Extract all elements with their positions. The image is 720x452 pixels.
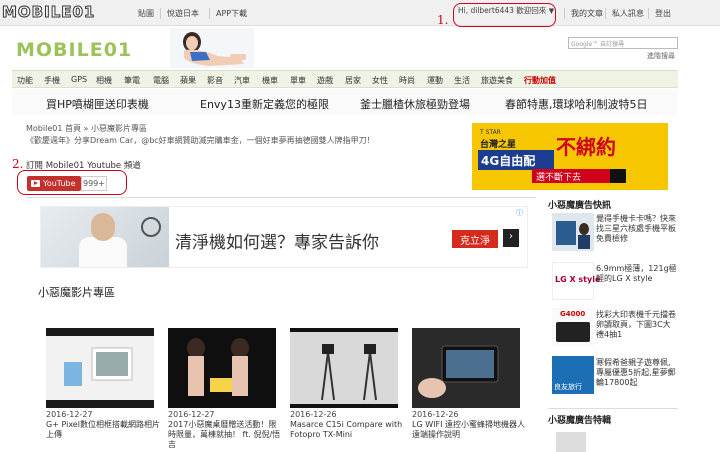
tstar-brand: T STAR (480, 129, 501, 136)
video-date: 2016-12-27 (168, 410, 215, 419)
nav-item-life[interactable]: 生活 (454, 75, 470, 86)
ad-brand-button[interactable]: 克立淨 (452, 230, 498, 248)
top-link-logout[interactable]: 登出 (648, 8, 671, 19)
video-title-link[interactable]: LG WIFI 遠控小蜜蜂掃地機器人遠端操作說明 (412, 420, 527, 440)
ad-headline[interactable]: 清淨機如何選？專家告訴你 (175, 228, 379, 253)
nav-item-mobile-plus[interactable]: 行動加值 (524, 75, 556, 86)
right-divider (548, 408, 678, 409)
tstar-name: 台灣之星 (480, 140, 517, 150)
travel-ad-logo[interactable]: 良友旅行 (552, 356, 594, 394)
nav-item-fashion[interactable]: 時尚 (399, 75, 415, 86)
nav-item-cameras[interactable]: 相機 (96, 75, 112, 86)
top-link-my-articles[interactable]: 我的文章 (564, 8, 603, 19)
lg-logo-text: LG X style (555, 275, 601, 284)
video-date: 2016-12-27 (46, 410, 93, 419)
ad-text-link[interactable]: 找彩大印表機千元擋卷卵讀取頁，下圖3C大禮4抽1 (596, 310, 678, 340)
cursor-icon (610, 169, 626, 183)
nav-item-phones[interactable]: 手機 (44, 75, 60, 86)
special-ads-title: 小惡魔廣告特輯 (548, 416, 612, 426)
google-search-input[interactable]: Google™ 自訂搜尋 (568, 37, 678, 49)
annotation-number-2: 2. (12, 157, 24, 171)
nav-item-pc[interactable]: 電腦 (153, 75, 169, 86)
video-thumbnail[interactable] (46, 328, 154, 408)
top-link-messages[interactable]: 私人訊息 (605, 8, 644, 19)
nav-item-women[interactable]: 女性 (372, 75, 388, 86)
marquee-announcement[interactable]: 《歡慶週年》分享Dream Car，@bc好車網贊助滅完購車金，一個好車夢再抽德… (26, 135, 375, 146)
tstar-headline: 不綁約 (556, 135, 616, 159)
nav-item-motorcycles[interactable]: 機車 (262, 75, 278, 86)
ad-info-icon[interactable]: ⓘ (516, 208, 526, 218)
site-logo[interactable]: MOBILE01 (16, 39, 132, 61)
promo-link-envy13[interactable]: Envy13重新定義您的極限 (200, 96, 329, 112)
video-title-link[interactable]: Masarce C15i Compare with Fotopro TX-Min… (290, 420, 405, 440)
nav-item-gps[interactable]: GPS (71, 75, 87, 84)
video-date: 2016-12-26 (290, 410, 337, 419)
promo-link-hp[interactable]: 買HP噴楜匣送印表機 (46, 96, 149, 112)
tstar-banner-ad[interactable]: T STAR 台灣之星 4G自由配 不綁約 選不斷下去 (472, 123, 668, 190)
ad-thumbnail[interactable] (552, 213, 594, 251)
promo-link-harry-potter[interactable]: 春節特惠,環球哈利制波特5日 (505, 96, 648, 112)
video-thumbnail[interactable] (168, 328, 276, 408)
banner-model-image (170, 28, 254, 68)
nav-item-bikes[interactable]: 單車 (290, 75, 306, 86)
top-link-app[interactable]: APP下載 (209, 8, 247, 19)
nav-item-apple[interactable]: 蘋果 (180, 75, 196, 86)
lg-ad-logo[interactable]: LG X style (552, 262, 600, 300)
annotation-circle-1 (453, 3, 556, 27)
quick-ads-title: 小惡魔廣告快訊 (548, 201, 612, 211)
youtube-subscribe-button[interactable]: YouTube (27, 176, 81, 191)
nav-item-features[interactable]: 功能 (17, 75, 33, 86)
printer-ad-thumbnail[interactable]: G4000 (552, 308, 594, 346)
printer-model: G4000 (560, 310, 586, 318)
video-section-title: 小惡魔影片專區 (38, 286, 115, 299)
nav-item-home[interactable]: 居家 (345, 75, 361, 86)
nav-item-cars[interactable]: 汽車 (234, 75, 250, 86)
nav-item-games[interactable]: 遊戲 (317, 75, 333, 86)
video-title-link[interactable]: 2017小惡魔桌曆贈送活動！限時限量，萬棟就抽！ ft. 倪倪/悟吉 (168, 420, 283, 450)
special-ad-thumbnail[interactable] (556, 432, 586, 452)
youtube-label: YouTube (43, 179, 76, 188)
ad-text-link[interactable]: 覺得手機卡卡嗎？快來找三星六核處手機平板免費檢修 (596, 214, 678, 244)
top-bar: MOBILE01 貼圖 悅遊日本 APP下載 Hi, dilbert6443 歡… (0, 0, 720, 26)
nav-item-notebooks[interactable]: 筆電 (124, 75, 140, 86)
video-date: 2016-12-26 (412, 410, 459, 419)
annotation-number-1: 1. (437, 13, 449, 27)
nav-item-sports[interactable]: 運動 (427, 75, 443, 86)
ad-next-arrow-icon[interactable]: › (503, 229, 519, 247)
top-logo[interactable]: MOBILE01 (1, 3, 95, 22)
content-divider (26, 197, 536, 198)
ad-doctor-image (41, 207, 169, 267)
video-thumbnail[interactable] (290, 328, 398, 408)
video-title-link[interactable]: G+ Pixel數位相框搭載網路相片上傳 (46, 420, 161, 440)
youtube-subscriber-count: 999+ (81, 176, 107, 191)
ad-text-link[interactable]: 寒假希爸親子遊尊佩,專屬優惠5折起,星夢郵輪17800起 (596, 358, 678, 388)
ad-text-link[interactable]: 6.9mm極薄，121g極輕的LG X style (596, 264, 678, 284)
nav-item-av[interactable]: 影音 (207, 75, 223, 86)
nav-item-travel-food[interactable]: 旅遊美食 (481, 75, 513, 86)
tstar-product: 4G自由配 (478, 150, 554, 170)
advanced-search-link[interactable]: 進階搜尋 (647, 51, 675, 61)
tstar-cta-button[interactable]: 選不斷下去 (532, 169, 610, 183)
travel-logo-text: 良友旅行 (554, 383, 582, 391)
breadcrumb[interactable]: Mobile01 首頁 » 小惡魔影片專區 (26, 123, 147, 134)
top-link-japan[interactable]: 悅遊日本 (160, 8, 199, 19)
youtube-play-icon (31, 180, 40, 187)
promo-link-suv[interactable]: 釜士臘楂休旅極勁登場 (360, 96, 470, 112)
top-link-pics[interactable]: 貼圖 (138, 8, 154, 19)
video-thumbnail[interactable] (412, 328, 520, 408)
